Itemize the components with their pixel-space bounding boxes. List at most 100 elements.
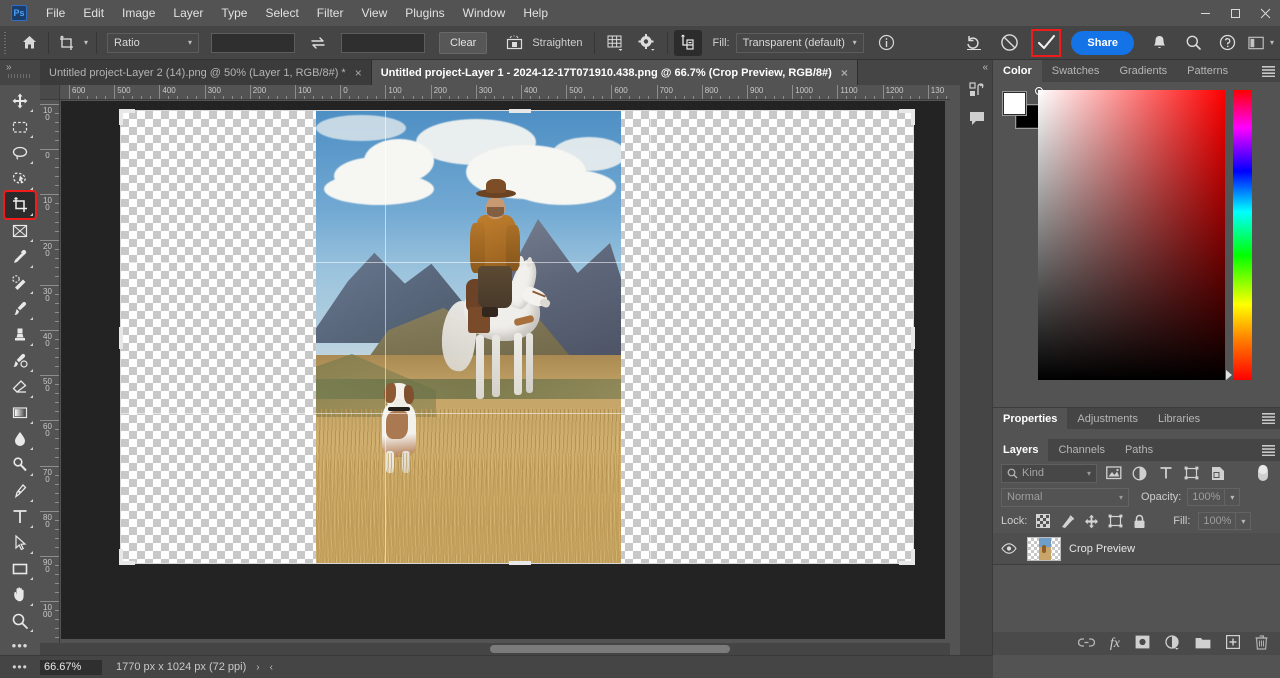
fill-value[interactable]: 100%: [1198, 512, 1237, 530]
new-group-icon[interactable]: [1195, 636, 1211, 652]
close-tab-icon[interactable]: ×: [355, 66, 362, 80]
history-icon[interactable]: [960, 76, 993, 104]
lock-image-icon[interactable]: [1059, 513, 1075, 529]
tab-libraries[interactable]: Libraries: [1147, 408, 1211, 429]
new-layer-icon[interactable]: [1226, 635, 1241, 652]
crop-height-input[interactable]: [341, 32, 426, 53]
type-tool[interactable]: [5, 504, 35, 530]
status-more-icon[interactable]: •••: [0, 660, 40, 674]
delete-layer-icon[interactable]: [1255, 634, 1268, 653]
color-field-marker[interactable]: [1035, 87, 1043, 95]
tool-preset-picker[interactable]: ▾: [55, 30, 90, 56]
layer-visibility-icon[interactable]: [999, 543, 1019, 554]
tab-swatches[interactable]: Swatches: [1041, 60, 1110, 82]
fill-select[interactable]: Transparent (default) ▾: [735, 32, 864, 53]
panel-menu-icon[interactable]: [1256, 60, 1280, 82]
home-icon[interactable]: [16, 30, 42, 56]
notifications-icon[interactable]: [1146, 30, 1172, 56]
type-layer-filter-icon[interactable]: [1156, 464, 1175, 483]
swap-arrows-icon[interactable]: [305, 30, 331, 56]
blur-tool[interactable]: [5, 426, 35, 452]
straighten-icon[interactable]: [501, 30, 527, 56]
menu-item-type[interactable]: Type: [212, 0, 256, 26]
crop-handle-middle-left[interactable]: [119, 327, 123, 349]
pen-tool[interactable]: [5, 478, 35, 504]
rectangular-marquee-tool[interactable]: [5, 114, 35, 140]
link-layers-icon[interactable]: [1077, 637, 1096, 651]
lasso-tool[interactable]: [5, 140, 35, 166]
close-icon[interactable]: [1250, 0, 1280, 26]
history-brush-tool[interactable]: [5, 348, 35, 374]
color-picker-field[interactable]: [1035, 87, 1225, 380]
move-tool[interactable]: [5, 88, 35, 114]
dodge-tool[interactable]: [5, 452, 35, 478]
crop-bounding-box[interactable]: [119, 109, 915, 565]
lock-transparency-icon[interactable]: [1035, 513, 1051, 529]
collapse-panels-icon[interactable]: «: [982, 62, 988, 73]
info-icon[interactable]: [874, 30, 900, 56]
crop-handle-top-right[interactable]: [911, 109, 915, 125]
menu-item-edit[interactable]: Edit: [74, 0, 113, 26]
crop-tool[interactable]: [3, 190, 37, 220]
vertical-ruler[interactable]: 1000100200300400500600700800900100011: [40, 100, 60, 655]
eraser-tool[interactable]: [5, 374, 35, 400]
lock-position-icon[interactable]: [1083, 513, 1099, 529]
zoom-level-input[interactable]: 66.67%: [40, 659, 102, 675]
tab-gradients[interactable]: Gradients: [1109, 60, 1178, 82]
share-button[interactable]: Share: [1071, 30, 1134, 55]
hue-slider-handle[interactable]: [1226, 370, 1232, 380]
menu-item-file[interactable]: File: [37, 0, 74, 26]
gradient-tool[interactable]: [5, 400, 35, 426]
ruler-corner[interactable]: [40, 85, 60, 100]
crop-handle-bottom-left[interactable]: [119, 549, 123, 565]
zoom-tool[interactable]: [5, 608, 35, 634]
tab-channels[interactable]: Channels: [1048, 439, 1115, 461]
crop-handle-middle-right[interactable]: [911, 327, 915, 349]
document-info-expand-icon[interactable]: ›: [256, 662, 259, 673]
fill-stepper-chevron-icon[interactable]: ▾: [1236, 512, 1252, 530]
crop-handle-top-center[interactable]: [509, 109, 531, 113]
foreground-color-swatch[interactable]: [1002, 91, 1027, 116]
lock-all-icon[interactable]: [1131, 513, 1147, 529]
close-tab-icon[interactable]: ×: [841, 66, 848, 80]
lock-artboard-icon[interactable]: [1107, 513, 1123, 529]
tab-adjustments[interactable]: Adjustments: [1067, 408, 1148, 429]
menu-item-layer[interactable]: Layer: [164, 0, 212, 26]
crop-handle-top-left[interactable]: [119, 109, 123, 125]
panel-menu-icon[interactable]: [1256, 439, 1280, 461]
drag-handle[interactable]: [8, 74, 32, 78]
menu-item-image[interactable]: Image: [113, 0, 164, 26]
crop-handle-bottom-right[interactable]: [911, 549, 915, 565]
document-tab[interactable]: Untitled project-Layer 1 - 2024-12-17T07…: [371, 60, 858, 85]
adjustment-layer-filter-icon[interactable]: [1130, 464, 1149, 483]
tab-paths[interactable]: Paths: [1114, 439, 1164, 461]
minimize-icon[interactable]: [1190, 0, 1220, 26]
cancel-icon[interactable]: [996, 30, 1022, 56]
opacity-value[interactable]: 100%: [1187, 488, 1226, 506]
object-selection-tool[interactable]: [5, 166, 35, 192]
panel-menu-icon[interactable]: [1256, 408, 1280, 429]
tab-patterns[interactable]: Patterns: [1177, 60, 1239, 82]
hand-tool[interactable]: [5, 582, 35, 608]
scrollbar-thumb[interactable]: [490, 645, 730, 653]
menu-item-select[interactable]: Select: [256, 0, 307, 26]
gear-icon[interactable]: [633, 30, 659, 56]
shape-layer-filter-icon[interactable]: [1182, 464, 1201, 483]
workspace-switcher-icon[interactable]: ▾: [1248, 30, 1274, 56]
commit-checkmark-icon[interactable]: [1031, 28, 1062, 57]
layer-kind-filter[interactable]: Kind ▾: [1001, 463, 1097, 483]
document-stage[interactable]: [61, 101, 945, 639]
tab-properties[interactable]: Properties: [993, 408, 1068, 429]
document-tab[interactable]: Untitled project-Layer 2 (14).png @ 50% …: [40, 60, 372, 85]
blend-mode-select[interactable]: Normal ▾: [1001, 487, 1129, 507]
content-aware-fill-icon[interactable]: [674, 29, 703, 56]
path-selection-tool[interactable]: [5, 530, 35, 556]
search-icon[interactable]: [1180, 30, 1206, 56]
clone-stamp-tool[interactable]: [5, 322, 35, 348]
comments-icon[interactable]: [960, 104, 993, 132]
layer-row[interactable]: Crop Preview: [993, 533, 1280, 565]
smart-object-filter-icon[interactable]: [1208, 464, 1227, 483]
menu-item-window[interactable]: Window: [454, 0, 515, 26]
grid-overlay-icon[interactable]: [601, 30, 627, 56]
menu-item-filter[interactable]: Filter: [308, 0, 353, 26]
